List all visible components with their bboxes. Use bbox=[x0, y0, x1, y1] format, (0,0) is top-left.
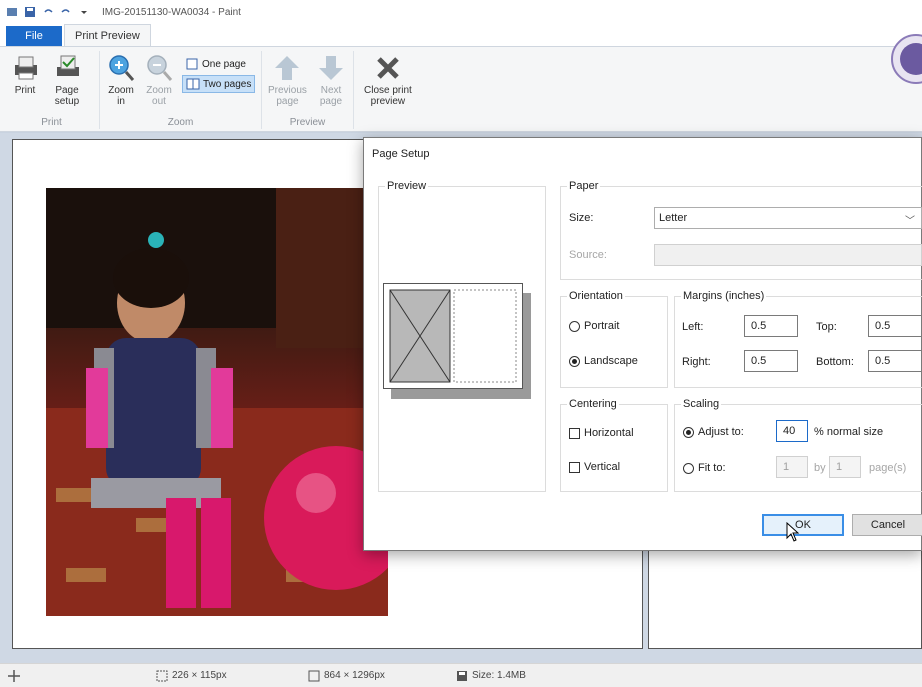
file-size: Size: 1.4MB bbox=[456, 670, 526, 682]
page-setup-button[interactable]: Page setup bbox=[52, 53, 82, 107]
account-avatar-icon[interactable] bbox=[886, 29, 922, 89]
landscape-radio[interactable]: Landscape bbox=[569, 355, 638, 367]
landscape-radio-dot bbox=[569, 355, 580, 367]
left-margin-label: Left: bbox=[682, 321, 704, 333]
adjust-to-radio-dot bbox=[683, 426, 694, 438]
bottom-margin-input[interactable]: 0.5 bbox=[868, 350, 922, 372]
customize-toolbar-icon[interactable] bbox=[78, 6, 90, 18]
close-group: Close print preview bbox=[354, 51, 430, 129]
fit-to-radio-dot bbox=[683, 462, 694, 474]
window-title: IMG-20151130-WA0034 - Paint bbox=[102, 6, 241, 18]
zoom-in-button[interactable]: Zoom in bbox=[106, 53, 136, 107]
move-cursor-icon bbox=[8, 669, 20, 682]
selection-icon bbox=[156, 670, 168, 681]
print-button[interactable]: Print bbox=[10, 53, 40, 96]
adjust-percent-input[interactable]: 40 bbox=[776, 420, 808, 442]
mouse-cursor-icon bbox=[786, 522, 800, 542]
right-margin-input[interactable]: 0.5 bbox=[744, 350, 798, 372]
save-icon[interactable] bbox=[24, 6, 36, 18]
zoom-out-icon bbox=[147, 55, 173, 81]
image-dimensions-icon bbox=[308, 670, 320, 681]
tab-print-preview[interactable]: Print Preview bbox=[64, 24, 151, 46]
margins-section: Margins (inches) bbox=[674, 290, 922, 388]
bottom-margin-label: Bottom: bbox=[816, 356, 854, 368]
size-label: Size: bbox=[569, 212, 594, 224]
close-print-preview-button[interactable]: Close print preview bbox=[364, 53, 412, 107]
page-setup-icon bbox=[57, 55, 79, 76]
status-bar: 226 × 115px 864 × 1296px Size: 1.4MB bbox=[0, 663, 922, 687]
preview-group: Previous page Next page Preview bbox=[262, 51, 354, 129]
title-bar: IMG-20151130-WA0034 - Paint bbox=[0, 0, 922, 24]
source-label: Source: bbox=[569, 249, 607, 261]
two-pages-icon bbox=[186, 78, 200, 90]
left-margin-input[interactable]: 0.5 bbox=[744, 315, 798, 337]
next-page-button[interactable]: Next page bbox=[316, 53, 346, 107]
horizontal-checkbox[interactable]: Horizontal bbox=[569, 427, 634, 439]
pages-label: page(s) bbox=[869, 462, 907, 474]
image-size: 864 × 1296px bbox=[308, 670, 385, 682]
chevron-down-icon: ﹀ bbox=[905, 216, 915, 227]
ribbon: Print Page setup Print Zoom in Zoom out … bbox=[0, 34, 922, 132]
ribbon-tabs: File Print Preview bbox=[0, 24, 922, 46]
one-page-icon bbox=[186, 58, 198, 70]
adjust-to-radio[interactable]: Adjust to: bbox=[683, 426, 744, 438]
disk-icon bbox=[457, 670, 467, 681]
paper-size-select[interactable]: Letter ﹀ bbox=[654, 207, 922, 229]
previous-page-button[interactable]: Previous page bbox=[268, 53, 307, 107]
close-icon bbox=[377, 57, 399, 79]
printer-icon bbox=[15, 56, 37, 80]
one-page-button[interactable]: One page bbox=[182, 55, 249, 73]
page-setup-dialog: Page Setup Preview Paper Size: Letter ﹀ … bbox=[363, 137, 922, 551]
top-margin-input[interactable]: 0.5 bbox=[868, 315, 922, 337]
normal-size-label: % normal size bbox=[814, 426, 884, 438]
arrow-up-icon bbox=[275, 56, 300, 80]
selection-size: 226 × 115px bbox=[156, 670, 227, 682]
portrait-radio-dot bbox=[569, 320, 580, 332]
portrait-radio[interactable]: Portrait bbox=[569, 320, 619, 332]
dialog-title: Page Setup bbox=[372, 148, 430, 160]
by-label: by bbox=[814, 462, 826, 474]
redo-icon[interactable] bbox=[60, 6, 72, 18]
undo-icon[interactable] bbox=[42, 6, 54, 18]
fit-width-input[interactable]: 1 bbox=[776, 456, 808, 478]
preview-section: Preview bbox=[378, 180, 546, 492]
ok-button[interactable]: OK bbox=[762, 514, 844, 536]
print-group: Print Page setup Print bbox=[4, 51, 100, 129]
zoom-in-icon bbox=[109, 55, 135, 81]
two-pages-button[interactable]: Two pages bbox=[182, 75, 256, 93]
photo-image bbox=[46, 188, 388, 616]
zoom-group: Zoom in Zoom out One page Two pages Zoom bbox=[100, 51, 262, 129]
tab-file[interactable]: File bbox=[6, 26, 62, 46]
vertical-checkbox-box bbox=[569, 461, 580, 473]
fit-to-radio[interactable]: Fit to: bbox=[683, 462, 726, 474]
cancel-button[interactable]: Cancel bbox=[852, 514, 922, 536]
zoom-out-button[interactable]: Zoom out bbox=[144, 53, 174, 107]
orientation-section: Orientation bbox=[560, 290, 668, 388]
fit-height-input[interactable]: 1 bbox=[829, 456, 861, 478]
preview-layout-graphic bbox=[389, 289, 517, 383]
preview-paper bbox=[383, 283, 523, 389]
scaling-section: Scaling bbox=[674, 398, 922, 492]
centering-section: Centering bbox=[560, 398, 668, 492]
horizontal-checkbox-box bbox=[569, 427, 580, 439]
top-margin-label: Top: bbox=[816, 321, 837, 333]
right-margin-label: Right: bbox=[682, 356, 711, 368]
photo-scene bbox=[46, 188, 388, 616]
arrow-down-icon bbox=[319, 56, 343, 80]
paint-app-icon[interactable] bbox=[6, 6, 18, 18]
vertical-checkbox[interactable]: Vertical bbox=[569, 461, 620, 473]
paper-source-select[interactable] bbox=[654, 244, 922, 266]
